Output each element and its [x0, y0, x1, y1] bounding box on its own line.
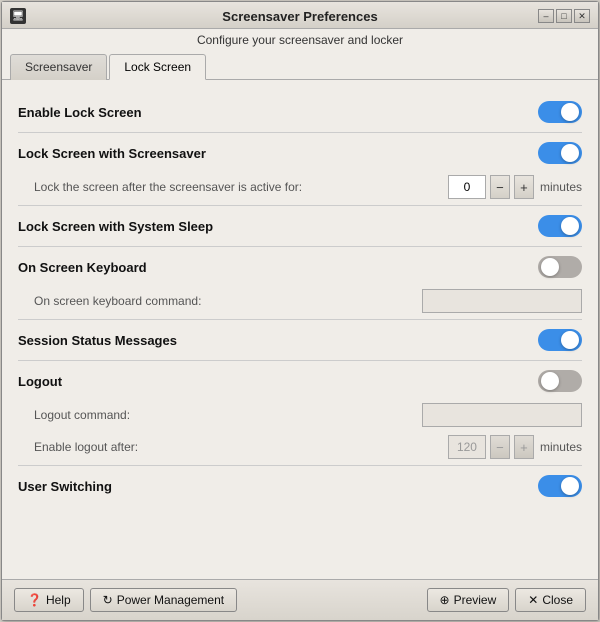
logout-timeout-input-group: 120 − + minutes [448, 435, 582, 459]
on-screen-keyboard-row: On Screen Keyboard [18, 249, 582, 285]
tabs-bar: Screensaver Lock Screen [2, 53, 598, 80]
toggle-knob [541, 372, 559, 390]
help-label: Help [46, 593, 71, 607]
preview-label: Preview [454, 593, 497, 607]
logout-timeout-row: Enable logout after: 120 − + minutes [18, 431, 582, 463]
maximize-button[interactable]: □ [556, 9, 572, 23]
toggle-knob [561, 217, 579, 235]
footer-right: ⊕ Preview ✕ Close [427, 588, 587, 612]
logout-command-label: Logout command: [34, 408, 422, 422]
footer: ❓ Help ↻ Power Management ⊕ Preview ✕ Cl… [2, 579, 598, 620]
separator-1 [18, 132, 582, 133]
screensaver-timeout-input[interactable]: 0 [448, 175, 486, 199]
footer-left: ❓ Help ↻ Power Management [14, 588, 237, 612]
tab-lockscreen[interactable]: Lock Screen [109, 54, 206, 80]
separator-3 [18, 246, 582, 247]
user-switching-row: User Switching [18, 468, 582, 504]
window-controls: – □ ✕ [538, 9, 590, 23]
logout-timeout-unit: minutes [540, 440, 582, 454]
power-management-button[interactable]: ↻ Power Management [90, 588, 237, 612]
keyboard-command-input[interactable] [422, 289, 582, 313]
help-icon: ❓ [27, 593, 42, 607]
screensaver-timeout-label: Lock the screen after the screensaver is… [34, 180, 448, 194]
lock-with-sleep-label: Lock Screen with System Sleep [18, 219, 538, 234]
separator-4 [18, 319, 582, 320]
on-screen-keyboard-toggle[interactable] [538, 256, 582, 278]
logout-timeout-label: Enable logout after: [34, 440, 448, 454]
lock-with-screensaver-toggle[interactable] [538, 142, 582, 164]
logout-toggle[interactable] [538, 370, 582, 392]
logout-command-row: Logout command: [18, 399, 582, 431]
screensaver-timeout-decrement[interactable]: − [490, 175, 510, 199]
session-status-row: Session Status Messages [18, 322, 582, 358]
lock-with-screensaver-label: Lock Screen with Screensaver [18, 146, 538, 161]
power-label: Power Management [117, 593, 224, 607]
session-status-toggle[interactable] [538, 329, 582, 351]
enable-lock-screen-toggle[interactable] [538, 101, 582, 123]
close-label: Close [542, 593, 573, 607]
user-switching-label: User Switching [18, 479, 538, 494]
logout-timeout-input[interactable]: 120 [448, 435, 486, 459]
help-button[interactable]: ❓ Help [14, 588, 84, 612]
enable-lock-screen-row: Enable Lock Screen [18, 94, 582, 130]
toggle-knob [541, 258, 559, 276]
content-area: Enable Lock Screen Lock Screen with Scre… [2, 80, 598, 579]
user-switching-toggle[interactable] [538, 475, 582, 497]
toggle-knob [561, 331, 579, 349]
close-button[interactable]: ✕ [574, 9, 590, 23]
separator-2 [18, 205, 582, 206]
lock-with-sleep-row: Lock Screen with System Sleep [18, 208, 582, 244]
preview-button[interactable]: ⊕ Preview [427, 588, 510, 612]
titlebar: 🖥 Screensaver Preferences – □ ✕ [2, 2, 598, 29]
toggle-knob [561, 103, 579, 121]
enable-lock-screen-label: Enable Lock Screen [18, 105, 538, 120]
session-status-label: Session Status Messages [18, 333, 538, 348]
on-screen-keyboard-label: On Screen Keyboard [18, 260, 538, 275]
logout-timeout-increment[interactable]: + [514, 435, 534, 459]
main-window: 🖥 Screensaver Preferences – □ ✕ Configur… [1, 1, 599, 621]
logout-command-input[interactable] [422, 403, 582, 427]
logout-row: Logout [18, 363, 582, 399]
screensaver-timeout-unit: minutes [540, 180, 582, 194]
screensaver-timeout-increment[interactable]: + [514, 175, 534, 199]
minimize-button[interactable]: – [538, 9, 554, 23]
lock-with-sleep-toggle[interactable] [538, 215, 582, 237]
separator-5 [18, 360, 582, 361]
screensaver-timeout-row: Lock the screen after the screensaver is… [18, 171, 582, 203]
window-title: Screensaver Preferences [2, 9, 598, 24]
separator-6 [18, 465, 582, 466]
power-icon: ↻ [103, 593, 113, 607]
close-icon: ✕ [528, 593, 538, 607]
preview-icon: ⊕ [440, 593, 450, 607]
close-button[interactable]: ✕ Close [515, 588, 586, 612]
window-subtitle: Configure your screensaver and locker [2, 29, 598, 53]
screensaver-timeout-input-group: 0 − + minutes [448, 175, 582, 199]
toggle-knob [561, 477, 579, 495]
logout-label: Logout [18, 374, 538, 389]
toggle-knob [561, 144, 579, 162]
lock-with-screensaver-row: Lock Screen with Screensaver [18, 135, 582, 171]
tab-screensaver[interactable]: Screensaver [10, 54, 107, 80]
logout-timeout-decrement[interactable]: − [490, 435, 510, 459]
keyboard-command-label: On screen keyboard command: [34, 294, 422, 308]
keyboard-command-row: On screen keyboard command: [18, 285, 582, 317]
